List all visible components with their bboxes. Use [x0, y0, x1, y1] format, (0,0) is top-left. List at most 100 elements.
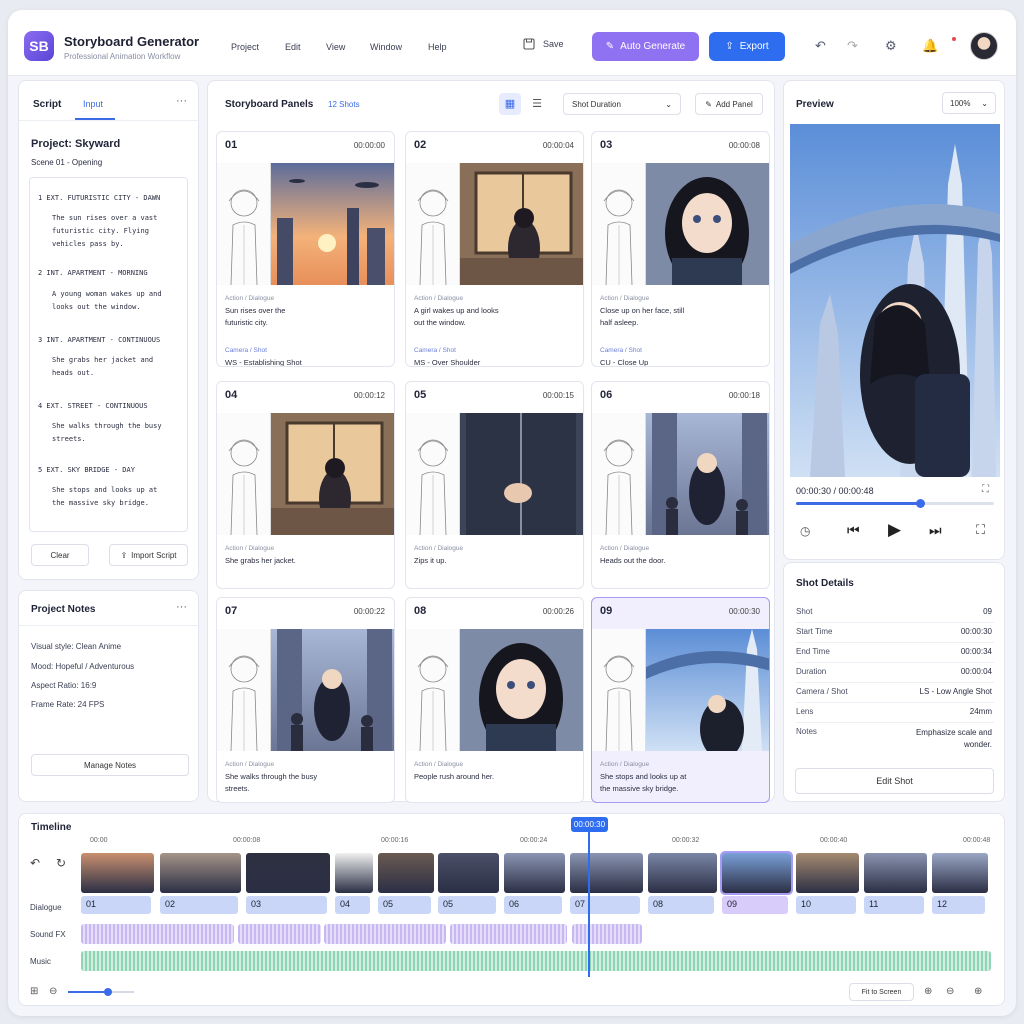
more-icon[interactable]: ··· [176, 601, 187, 613]
divider [19, 120, 200, 121]
zoom-out-icon[interactable]: ⊖ [49, 986, 57, 997]
undo-icon[interactable]: ↶ [30, 856, 40, 870]
skip-back-icon[interactable]: ⏮ [847, 522, 860, 539]
timeline-thumbnail[interactable] [504, 853, 565, 893]
sort-select[interactable]: Shot Duration ⌄ [563, 93, 681, 115]
more-icon[interactable]: ··· [176, 95, 187, 107]
storyboard-card[interactable]: 0500:00:15Action / DialogueZips it up.Ca… [405, 381, 584, 589]
menu-project[interactable]: Project [231, 42, 259, 52]
grid-view-icon[interactable]: ▦ [499, 93, 521, 115]
fullscreen-small-icon[interactable]: ⛶ [982, 484, 989, 495]
timer-icon[interactable]: ◷ [800, 524, 810, 538]
panel-action-line: She stops and looks up at [600, 772, 687, 781]
dialogue-clip[interactable]: 11 [864, 896, 924, 914]
timeline-thumbnail[interactable] [335, 853, 373, 893]
skip-forward-icon[interactable]: ⏭ [929, 522, 942, 539]
dialogue-clip[interactable]: 06 [504, 896, 562, 914]
search-zoom-icon[interactable]: ⊕ [974, 986, 982, 997]
time-tick: 00:00:24 [520, 837, 548, 844]
music-clip[interactable] [81, 951, 991, 971]
sound-fx-clip[interactable] [324, 924, 446, 944]
fit-icon[interactable]: ⊞ [30, 986, 38, 997]
menu-view[interactable]: View [326, 42, 345, 52]
save-button[interactable]: Save [523, 38, 564, 50]
timeline-thumbnail[interactable] [932, 853, 988, 893]
sound-fx-clip[interactable] [81, 924, 234, 944]
manage-notes-button[interactable]: Manage Notes [31, 754, 189, 776]
panel-time: 00:00:08 [728, 141, 760, 150]
zoom-slider-handle[interactable] [104, 988, 112, 996]
undo-icon[interactable]: ↶ [815, 38, 826, 54]
list-view-icon[interactable]: ☰ [526, 93, 548, 115]
dialogue-clip[interactable]: 05 [438, 896, 496, 914]
timeline-thumbnail[interactable] [648, 853, 717, 893]
import-script-button[interactable]: ⇪ Import Script [109, 544, 188, 566]
timeline-thumbnail[interactable] [378, 853, 434, 893]
menu-help[interactable]: Help [428, 42, 447, 52]
playhead-label[interactable]: 00:00:30 [571, 817, 608, 832]
fullscreen-icon[interactable]: ⛶ [976, 522, 985, 538]
menu-edit[interactable]: Edit [285, 42, 301, 52]
menu-window[interactable]: Window [370, 42, 402, 52]
tab-script[interactable]: Script [33, 99, 61, 110]
dialogue-clip[interactable]: 04 [335, 896, 370, 914]
sound-fx-clip[interactable] [238, 924, 321, 944]
zoom-slider[interactable] [68, 988, 134, 996]
timeline-thumbnail[interactable] [796, 853, 859, 893]
dialogue-clip[interactable]: 05 [378, 896, 431, 914]
dialogue-clip[interactable]: 03 [246, 896, 327, 914]
progress-handle[interactable] [915, 499, 925, 508]
manage-notes-label: Manage Notes [83, 760, 137, 770]
dialogue-clip[interactable]: 01 [81, 896, 151, 914]
avatar[interactable] [970, 32, 998, 60]
timeline-thumbnail[interactable] [720, 851, 793, 895]
storyboard-card[interactable]: 07 00:00:22 Action / Dialogue She walks thr… [216, 597, 395, 803]
upload-icon: ⇪ [725, 41, 734, 52]
playhead-line[interactable] [588, 832, 590, 977]
dialogue-clip[interactable]: 08 [648, 896, 714, 914]
storyboard-card[interactable]: 02 00:00:04 Action / Dialogue A girl wakes … [405, 131, 584, 367]
dialogue-clip[interactable]: 07 [570, 896, 640, 914]
refresh-icon[interactable]: ↻ [56, 856, 66, 870]
dialogue-clip[interactable]: 12 [932, 896, 985, 914]
add-panel-button[interactable]: ✎ Add Panel [695, 93, 763, 115]
storyboard-card[interactable]: 04 00:00:12 Action / Dialogue She grabs her… [216, 381, 395, 589]
zoom-select[interactable]: 100% ⌄ [942, 92, 996, 114]
panel-action: Sun rises over the futuristic city. [225, 305, 390, 329]
play-icon[interactable]: ▶ [888, 520, 901, 540]
bell-icon[interactable]: 🔔 [922, 38, 938, 54]
timeline-thumbnail[interactable] [438, 853, 499, 893]
sound-fx-clip[interactable] [572, 924, 642, 944]
storyboard-card[interactable]: 08 00:00:26 Action / Dialogue People rush a… [405, 597, 584, 803]
shot-details-title: Shot Details [796, 578, 854, 589]
camera-label: Camera / Shot [225, 347, 267, 354]
action-label: Action / Dialogue [600, 761, 650, 768]
zoom-out-icon[interactable]: ⊖ [946, 986, 954, 997]
timeline-thumbnail[interactable] [570, 853, 643, 893]
dialogue-clip[interactable]: 02 [160, 896, 238, 914]
timeline-thumbnail[interactable] [864, 853, 927, 893]
export-button[interactable]: ⇪ Export [709, 32, 785, 61]
dialogue-clip[interactable]: 10 [796, 896, 856, 914]
auto-generate-button[interactable]: ✎ Auto Generate [592, 32, 699, 61]
edit-shot-button[interactable]: Edit Shot [795, 768, 994, 794]
progress-track[interactable] [796, 499, 994, 508]
storyboard-card[interactable]: 06 00:00:18 Action / Dialogue Heads out the… [591, 381, 770, 589]
gear-icon[interactable]: ⚙ [885, 38, 897, 54]
fit-to-screen-button[interactable]: Fit to Screen [849, 983, 914, 1001]
storyboard-card[interactable]: 01 00:00:00 Action / Dialogue Sun rises ove… [216, 131, 395, 367]
tab-input[interactable]: Input [83, 99, 103, 109]
zoom-in-icon[interactable]: ⊕ [924, 986, 932, 997]
storyboard-card[interactable]: 03 00:00:08 Action / Dialogue Close up on h… [591, 131, 770, 367]
clear-button[interactable]: Clear [31, 544, 89, 566]
redo-icon[interactable]: ↷ [847, 38, 858, 54]
dialogue-clip[interactable]: 09 [722, 896, 788, 914]
panel-action-line: half asleep. [600, 318, 639, 327]
timeline-thumbnail[interactable] [81, 853, 154, 893]
script-text-area[interactable]: 1 EXT. FUTURISTIC CITY - DAWN The sun ri… [29, 177, 188, 532]
timeline-thumbnail[interactable] [246, 853, 330, 893]
storyboard-card[interactable]: 09 00:00:30 Action / Dialogue She stops and… [591, 597, 770, 803]
detail-value: 00:00:34 [960, 647, 992, 656]
timeline-thumbnail[interactable] [160, 853, 241, 893]
sound-fx-clip[interactable] [450, 924, 567, 944]
